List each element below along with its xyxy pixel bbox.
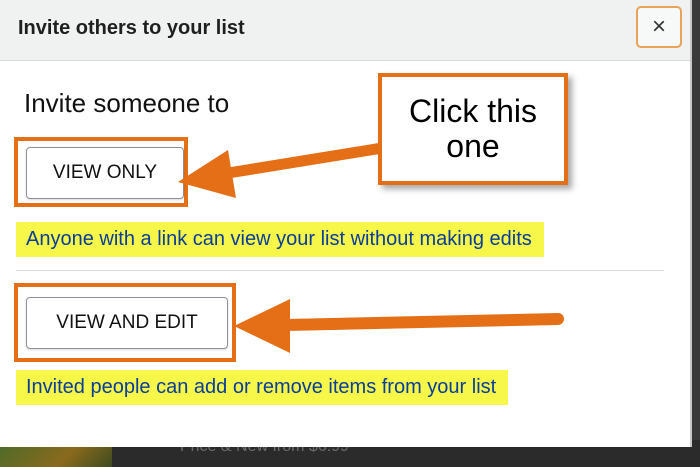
click-this-one-callout: Click this one — [378, 73, 568, 185]
arrow-to-view-and-edit-icon — [234, 299, 564, 353]
view-only-button[interactable]: VIEW ONLY — [26, 147, 184, 199]
modal-header: Invite others to your list × — [0, 0, 690, 61]
close-button[interactable]: × — [636, 6, 682, 48]
view-and-edit-button[interactable]: VIEW AND EDIT — [26, 297, 228, 349]
invite-section-label: Invite someone to — [24, 88, 230, 118]
view-only-description: Anyone with a link can view your list wi… — [16, 222, 544, 257]
section-divider — [16, 270, 664, 271]
arrow-to-view-only-icon — [178, 142, 388, 198]
close-icon: × — [651, 13, 666, 40]
modal-title: Invite others to your list — [18, 17, 245, 39]
invite-modal: Invite others to your list × Invite some… — [0, 0, 692, 447]
view-and-edit-description: Invited people can add or remove items f… — [16, 370, 509, 405]
